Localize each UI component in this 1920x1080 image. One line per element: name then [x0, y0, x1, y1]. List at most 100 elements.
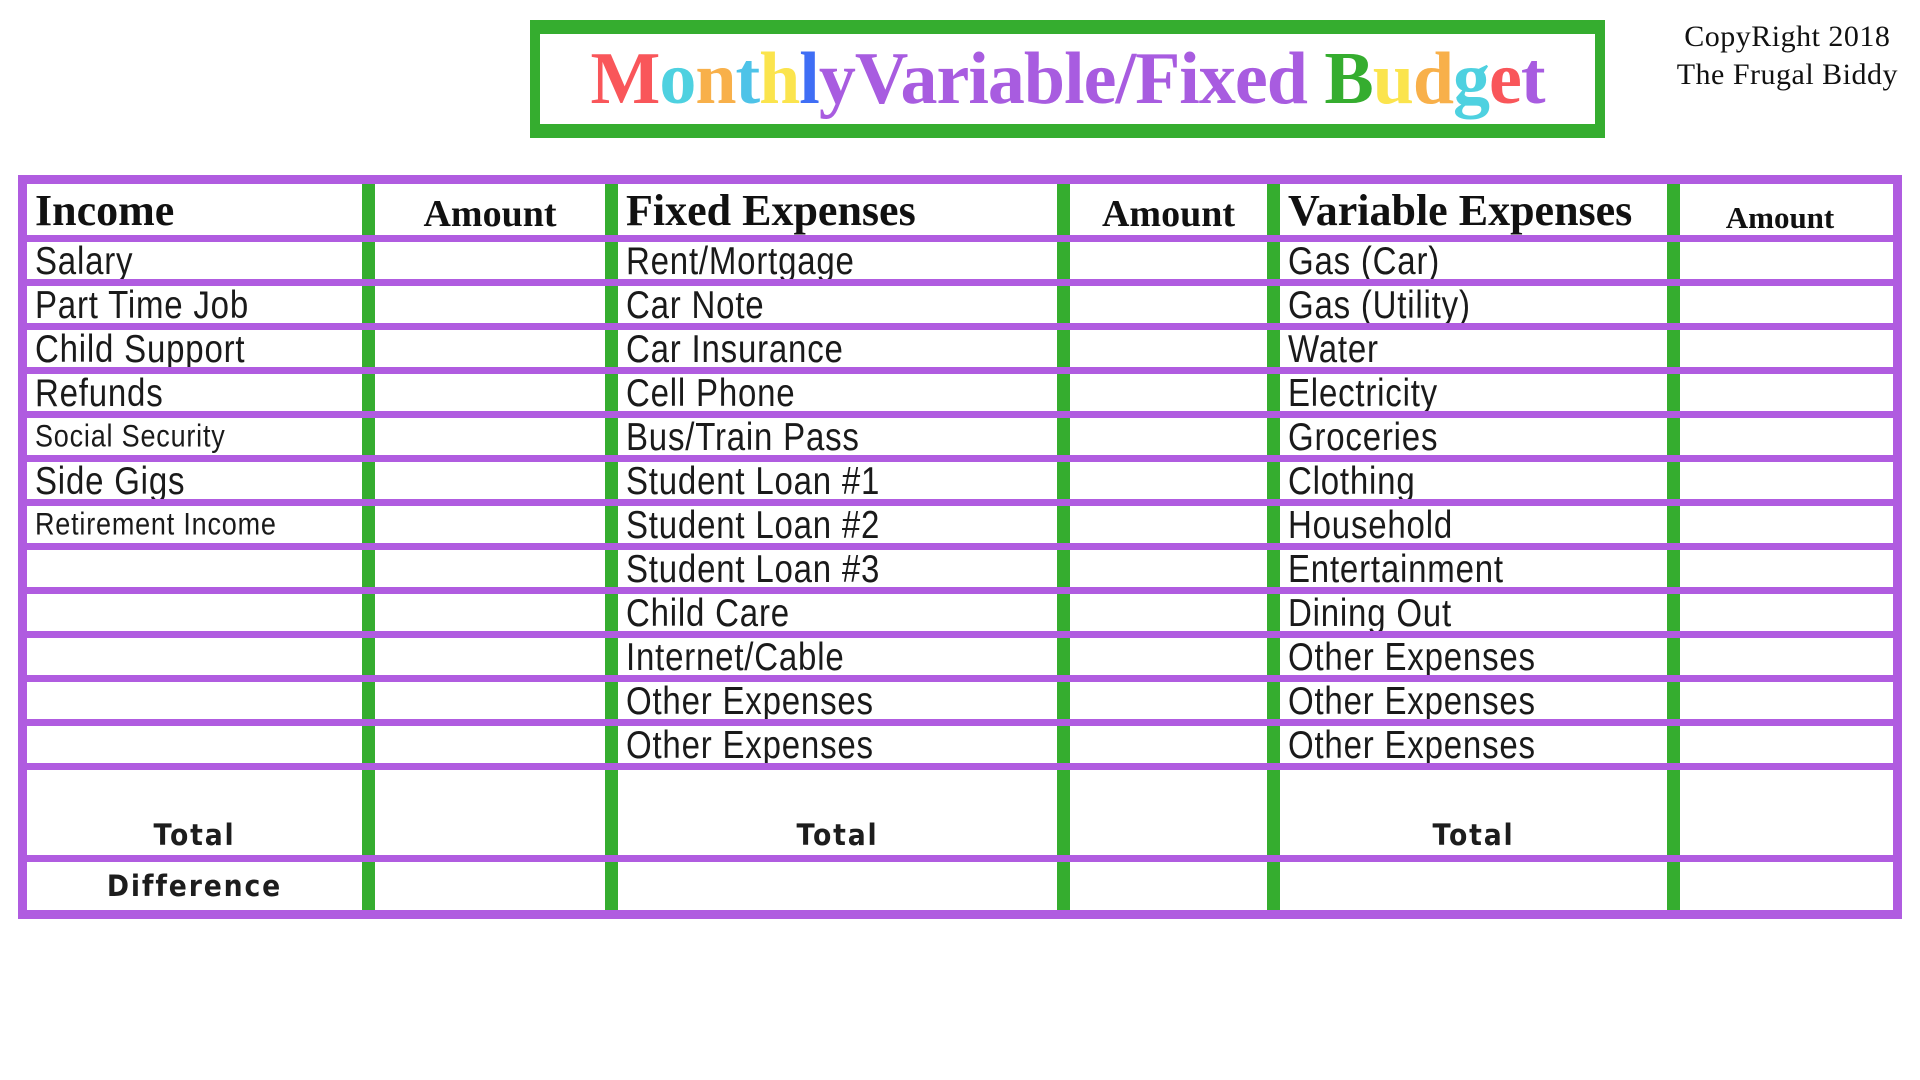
- fixed-label-6[interactable]: Student Loan #2: [605, 506, 1057, 543]
- income-label-6[interactable]: Retirement Income: [27, 506, 362, 543]
- fixed-label-9[interactable]: Internet/Cable: [605, 638, 1057, 675]
- income-label-4[interactable]: Social Security: [27, 418, 362, 455]
- header-label-amount-fixed: Amount: [1101, 193, 1236, 235]
- total-label-variable: Total: [1432, 817, 1515, 852]
- difference-cell-variable-amount[interactable]: [1667, 862, 1880, 910]
- fixed-label-10-text: Other Expenses: [626, 682, 874, 719]
- difference-cell-fixed-amount[interactable]: [1057, 862, 1267, 910]
- fixed-amount-12[interactable]: [1057, 770, 1267, 814]
- title-letter-13: l: [1064, 38, 1085, 120]
- fixed-label-5[interactable]: Student Loan #1: [605, 462, 1057, 499]
- income-label-8[interactable]: [27, 594, 362, 631]
- variable-amount-0[interactable]: [1667, 242, 1880, 279]
- fixed-label-8[interactable]: Child Care: [605, 594, 1057, 631]
- income-label-2[interactable]: Child Support: [27, 330, 362, 367]
- income-amount-2[interactable]: [362, 330, 605, 367]
- income-label-4-text: Social Security: [35, 418, 226, 454]
- variable-label-1[interactable]: Gas (Utility): [1267, 286, 1667, 323]
- variable-amount-11[interactable]: [1667, 726, 1880, 763]
- total-cell-income-amount[interactable]: [362, 814, 605, 855]
- variable-label-7[interactable]: Entertainment: [1267, 550, 1667, 587]
- variable-label-9[interactable]: Other Expenses: [1267, 638, 1667, 675]
- fixed-label-11[interactable]: Other Expenses: [605, 726, 1057, 763]
- table-row: Other Expenses Other Expenses: [27, 682, 1893, 726]
- page-title: MonthlyVariable/Fixed Budget: [590, 42, 1545, 116]
- fixed-label-2-text: Car Insurance: [626, 330, 844, 367]
- income-amount-4[interactable]: [362, 418, 605, 455]
- total-cell-fixed-amount[interactable]: [1057, 814, 1267, 855]
- variable-amount-7[interactable]: [1667, 550, 1880, 587]
- income-label-12[interactable]: [27, 770, 362, 814]
- fixed-label-0[interactable]: Rent/Mortgage: [605, 242, 1057, 279]
- fixed-amount-8[interactable]: [1057, 594, 1267, 631]
- income-label-1[interactable]: Part Time Job: [27, 286, 362, 323]
- income-amount-8[interactable]: [362, 594, 605, 631]
- variable-amount-8[interactable]: [1667, 594, 1880, 631]
- income-amount-9[interactable]: [362, 638, 605, 675]
- copyright-line-1: CopyRight 2018: [1684, 20, 1891, 53]
- fixed-amount-3[interactable]: [1057, 374, 1267, 411]
- variable-label-10[interactable]: Other Expenses: [1267, 682, 1667, 719]
- fixed-amount-10[interactable]: [1057, 682, 1267, 719]
- income-label-9[interactable]: [27, 638, 362, 675]
- title-letter-19: e: [1234, 38, 1268, 120]
- fixed-label-4[interactable]: Bus/Train Pass: [605, 418, 1057, 455]
- variable-amount-3[interactable]: [1667, 374, 1880, 411]
- variable-amount-4[interactable]: [1667, 418, 1880, 455]
- fixed-amount-9[interactable]: [1057, 638, 1267, 675]
- income-amount-7[interactable]: [362, 550, 605, 587]
- fixed-label-12[interactable]: [605, 770, 1057, 814]
- variable-label-0[interactable]: Gas (Car): [1267, 242, 1667, 279]
- income-amount-6[interactable]: [362, 506, 605, 543]
- income-amount-12[interactable]: [362, 770, 605, 814]
- variable-amount-9[interactable]: [1667, 638, 1880, 675]
- fixed-amount-0[interactable]: [1057, 242, 1267, 279]
- fixed-amount-6[interactable]: [1057, 506, 1267, 543]
- difference-cell-variable[interactable]: [1267, 862, 1667, 910]
- variable-label-5[interactable]: Clothing: [1267, 462, 1667, 499]
- difference-cell-income-amount[interactable]: [362, 862, 605, 910]
- variable-label-2[interactable]: Water: [1267, 330, 1667, 367]
- income-label-10[interactable]: [27, 682, 362, 719]
- fixed-label-3[interactable]: Cell Phone: [605, 374, 1057, 411]
- fixed-amount-11[interactable]: [1057, 726, 1267, 763]
- income-label-1-text: Part Time Job: [35, 286, 249, 323]
- income-amount-0[interactable]: [362, 242, 605, 279]
- variable-amount-5[interactable]: [1667, 462, 1880, 499]
- variable-label-11[interactable]: Other Expenses: [1267, 726, 1667, 763]
- fixed-label-6-text: Student Loan #2: [626, 506, 881, 543]
- variable-label-3[interactable]: Electricity: [1267, 374, 1667, 411]
- variable-amount-12[interactable]: [1667, 770, 1880, 814]
- income-label-3[interactable]: Refunds: [27, 374, 362, 411]
- table-row: Salary Rent/Mortgage Gas (Car): [27, 242, 1893, 286]
- fixed-amount-7[interactable]: [1057, 550, 1267, 587]
- variable-label-6[interactable]: Household: [1267, 506, 1667, 543]
- variable-label-8[interactable]: Dining Out: [1267, 594, 1667, 631]
- income-amount-3[interactable]: [362, 374, 605, 411]
- income-amount-10[interactable]: [362, 682, 605, 719]
- variable-label-12[interactable]: [1267, 770, 1667, 814]
- income-label-11[interactable]: [27, 726, 362, 763]
- variable-amount-1[interactable]: [1667, 286, 1880, 323]
- variable-label-4[interactable]: Groceries: [1267, 418, 1667, 455]
- income-amount-11[interactable]: [362, 726, 605, 763]
- fixed-label-7[interactable]: Student Loan #3: [605, 550, 1057, 587]
- fixed-amount-4[interactable]: [1057, 418, 1267, 455]
- variable-amount-2[interactable]: [1667, 330, 1880, 367]
- fixed-label-10[interactable]: Other Expenses: [605, 682, 1057, 719]
- income-amount-5[interactable]: [362, 462, 605, 499]
- income-label-0[interactable]: Salary: [27, 242, 362, 279]
- fixed-amount-2[interactable]: [1057, 330, 1267, 367]
- income-label-0-text: Salary: [35, 242, 134, 279]
- total-cell-variable-amount[interactable]: [1667, 814, 1880, 855]
- difference-cell-fixed[interactable]: [605, 862, 1057, 910]
- fixed-amount-5[interactable]: [1057, 462, 1267, 499]
- income-label-5[interactable]: Side Gigs: [27, 462, 362, 499]
- income-amount-1[interactable]: [362, 286, 605, 323]
- fixed-label-2[interactable]: Car Insurance: [605, 330, 1057, 367]
- variable-amount-6[interactable]: [1667, 506, 1880, 543]
- variable-amount-10[interactable]: [1667, 682, 1880, 719]
- fixed-amount-1[interactable]: [1057, 286, 1267, 323]
- income-label-7[interactable]: [27, 550, 362, 587]
- fixed-label-1[interactable]: Car Note: [605, 286, 1057, 323]
